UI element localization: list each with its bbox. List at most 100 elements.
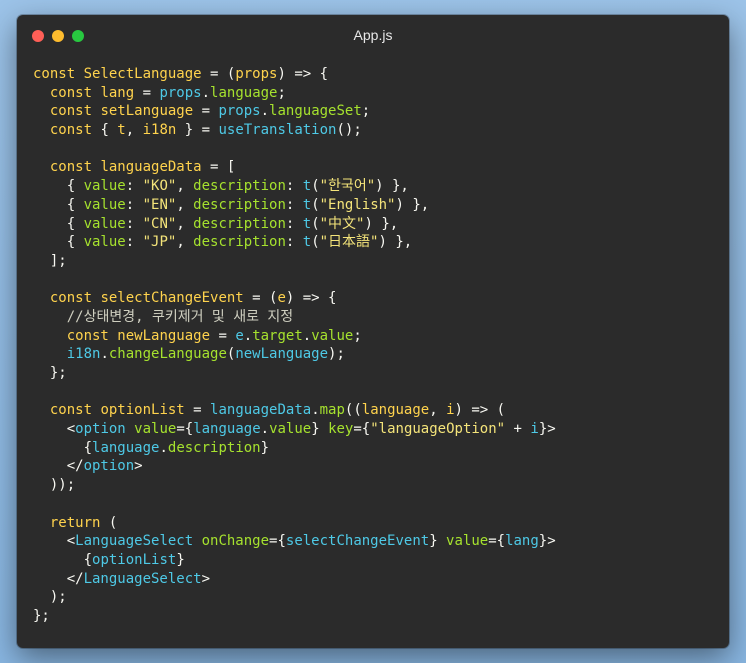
code-token: { — [33, 439, 93, 456]
code-token: ]; — [33, 252, 67, 269]
code-token: ={ — [269, 533, 286, 550]
code-token: ) }, — [395, 196, 430, 213]
code-line: ]; — [33, 252, 719, 271]
code-line: const setLanguage = props.languageSet; — [33, 102, 719, 121]
code-token: } = — [176, 122, 219, 139]
code-token: { — [33, 234, 84, 251]
code-token: : — [125, 178, 143, 195]
code-token: selectChangeEvent — [285, 533, 430, 550]
code-token: optionList — [92, 551, 177, 568]
code-token: (( — [344, 402, 362, 419]
code-token: < — [33, 533, 76, 550]
code-token: lang — [100, 84, 135, 101]
code-line: { value: "JP", description: t("日本語") }, — [33, 233, 719, 252]
code-token: = — [193, 103, 219, 120]
code-token: "CN" — [142, 215, 177, 232]
code-token: LanguageSelect — [83, 570, 202, 587]
code-token: description — [193, 178, 286, 195]
code-token: { — [100, 122, 118, 139]
code-token: language — [361, 402, 430, 419]
code-token: lang — [505, 533, 539, 550]
code-token: }> — [538, 421, 556, 438]
code-token: ={ — [176, 421, 194, 438]
code-token: + — [505, 421, 531, 438]
code-token: useTranslation — [218, 122, 337, 139]
code-token: "JP" — [142, 234, 177, 251]
code-token: . — [243, 327, 253, 344]
code-token: (); — [336, 122, 362, 139]
code-token: ) }, — [364, 215, 399, 232]
code-token: selectChangeEvent — [100, 290, 244, 307]
code-line: const optionList = languageData.map((lan… — [33, 401, 719, 420]
code-token: map — [319, 402, 345, 419]
code-token: ) }, — [375, 178, 409, 195]
code-token: value — [83, 178, 126, 195]
code-line: { value: "KO", description: t("한국어") }, — [33, 177, 719, 196]
code-token: } — [176, 551, 185, 568]
code-line: const languageData = [ — [33, 158, 719, 177]
code-token: i18n — [142, 122, 177, 139]
code-token: language — [92, 439, 160, 456]
code-token: ) => { — [277, 66, 329, 82]
code-token: }; — [33, 365, 67, 381]
code-token: props — [159, 84, 202, 101]
code-token: ); — [33, 589, 67, 606]
code-token: value — [83, 196, 126, 213]
code-token: ={ — [353, 421, 371, 438]
code-line: ); — [33, 588, 719, 607]
code-token: newLanguage — [117, 327, 211, 344]
code-token: "한국어" — [319, 178, 376, 195]
code-token: const — [49, 290, 101, 307]
code-token: ( — [311, 234, 320, 251]
code-line: const lang = props.language; — [33, 84, 719, 103]
code-token: = — [184, 402, 211, 419]
code-block: const SelectLanguage = ( props ) => { cons… — [33, 65, 719, 626]
code-token: , — [176, 215, 194, 232]
code-token: . — [260, 421, 270, 438]
code-line: </option> — [33, 457, 719, 476]
code-token: . — [311, 402, 320, 419]
code-token: ( — [311, 215, 320, 232]
code-line: {language.description} — [33, 439, 719, 458]
code-token: description — [193, 215, 286, 232]
code-token: target — [252, 327, 303, 344]
code-token: . — [201, 84, 211, 101]
code-token: languageData — [210, 402, 312, 419]
code-token: option — [83, 458, 135, 475]
code-token: </ — [33, 570, 84, 587]
code-token: language — [193, 421, 261, 438]
code-token: = ( — [243, 290, 278, 307]
code-token: const — [66, 327, 118, 344]
code-token: ) }, — [378, 234, 413, 251]
code-token: value — [269, 421, 312, 438]
code-line: {optionList} — [33, 551, 719, 570]
code-token: onChange — [201, 533, 270, 550]
code-token: value — [134, 421, 177, 438]
code-token: SelectLanguage — [83, 66, 202, 82]
code-line: const selectChangeEvent = (e) => { — [33, 289, 719, 308]
code-token: //상태변경, 쿠키제거 및 새로 지정 — [66, 308, 294, 325]
code-line: }; — [33, 607, 719, 626]
code-token: , — [429, 402, 447, 419]
code-token: } — [260, 439, 270, 456]
code-token: }; — [33, 607, 50, 624]
code-token: const — [49, 103, 101, 120]
code-line: { value: "CN", description: t("中文") }, — [33, 215, 719, 234]
code-token: newLanguage — [235, 346, 329, 363]
code-token: e — [235, 327, 244, 344]
code-token: : — [125, 215, 143, 232]
code-token: language — [210, 84, 278, 101]
code-token: const — [33, 66, 84, 82]
code-token: , — [176, 196, 194, 213]
code-token: languageSet — [269, 103, 362, 120]
code-token: }> — [538, 533, 556, 550]
code-token: ( — [108, 514, 118, 531]
code-token: e — [277, 290, 286, 307]
